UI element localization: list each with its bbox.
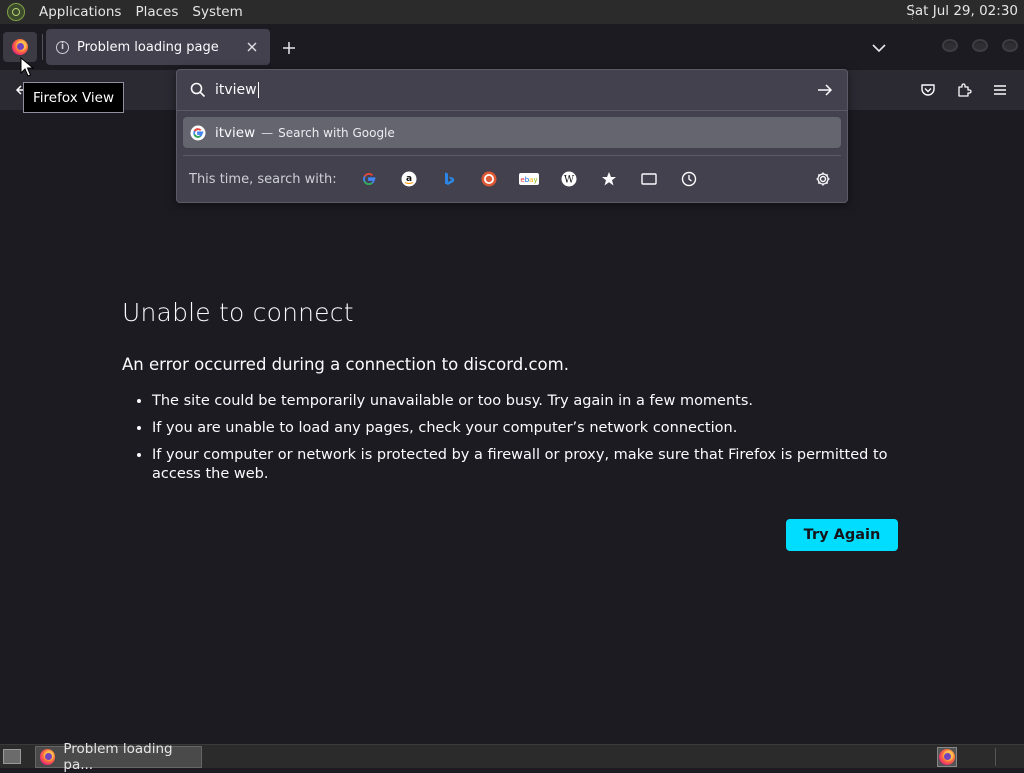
app-menu-button[interactable]: [988, 78, 1012, 102]
menu-places[interactable]: Places: [128, 4, 185, 20]
svg-text:W: W: [564, 175, 575, 186]
suggestion-action: Search with Google: [278, 125, 395, 140]
firefox-view-tooltip: Firefox View: [23, 82, 125, 113]
pocket-icon: [921, 84, 935, 96]
list-item: If your computer or network is protected…: [152, 446, 902, 484]
tab-divider: [42, 34, 43, 60]
url-divider: [177, 110, 847, 111]
history-icon: [681, 171, 697, 187]
engine-ebay-button[interactable]: ebay: [509, 163, 549, 195]
workspace-switcher[interactable]: [937, 747, 957, 767]
engine-wikipedia-button[interactable]: W: [549, 163, 589, 195]
chevron-down-icon: [872, 43, 886, 52]
search-suggestion-row[interactable]: itview — Search with Google: [183, 117, 841, 148]
firefox-logo-icon: [939, 749, 955, 765]
search-tabs-button[interactable]: [629, 163, 669, 195]
mouse-cursor-icon: [20, 57, 34, 77]
duckduckgo-icon: [481, 171, 497, 187]
suggestion-separator: —: [261, 125, 274, 140]
suggestion-query: itview: [215, 124, 256, 141]
bookmarks-icon: [602, 172, 616, 186]
system-bottom-panel: Problem loading pa...: [0, 741, 1024, 773]
plus-icon: [283, 42, 295, 54]
list-all-tabs-button[interactable]: [866, 36, 892, 60]
engine-bing-button[interactable]: [429, 163, 469, 195]
menu-system[interactable]: System: [185, 4, 249, 20]
list-item: The site could be temporarily unavailabl…: [152, 392, 902, 411]
search-history-button[interactable]: [669, 163, 709, 195]
menu-applications[interactable]: Applications: [32, 4, 128, 20]
hamburger-icon: [994, 85, 1006, 95]
tabs-icon: [641, 173, 657, 185]
search-icon: [190, 82, 206, 98]
url-input-row: itview: [177, 70, 847, 110]
tray-separator: [995, 748, 996, 766]
taskbar-item-firefox[interactable]: Problem loading pa...: [35, 741, 202, 773]
oneoff-label: This time, search with:: [189, 171, 337, 187]
new-tab-button[interactable]: [276, 36, 302, 60]
svg-text:ebay: ebay: [520, 176, 537, 184]
google-icon: [190, 125, 206, 140]
engine-google-button[interactable]: [349, 163, 389, 195]
firefox-logo-icon: [12, 39, 28, 55]
bing-icon: [445, 172, 454, 185]
distro-logo-icon[interactable]: [7, 3, 25, 21]
one-off-search-bar: This time, search with: a ebay W: [177, 160, 847, 198]
show-desktop-button[interactable]: [3, 749, 21, 764]
error-description: An error occurred during a connection to…: [122, 355, 569, 374]
text-caret: [257, 82, 259, 98]
system-top-panel: Applications Places System Sat Jul 29, 0…: [0, 0, 1024, 24]
search-settings-button[interactable]: [809, 165, 837, 193]
close-window-button[interactable]: [1002, 39, 1018, 52]
search-bookmarks-button[interactable]: [589, 163, 629, 195]
puzzle-icon: [958, 83, 972, 97]
info-icon: i: [56, 40, 69, 54]
list-item: If you are unable to load any pages, che…: [152, 419, 902, 438]
error-title: Unable to connect: [122, 298, 354, 327]
close-tab-icon[interactable]: [241, 36, 263, 58]
url-input[interactable]: itview: [215, 82, 813, 98]
pocket-button[interactable]: [916, 78, 940, 102]
amazon-icon: a: [401, 171, 417, 187]
engine-amazon-button[interactable]: a: [389, 163, 429, 195]
error-page: Unable to connect An error occurred duri…: [122, 290, 902, 492]
wikipedia-icon: W: [561, 171, 577, 187]
clock[interactable]: Sat Jul 29, 02:30: [906, 3, 1018, 19]
tab-bar: i Problem loading page: [0, 24, 1024, 70]
taskbar-item-label: Problem loading pa...: [63, 741, 173, 773]
extensions-button[interactable]: [952, 78, 976, 102]
error-suggestions-list: The site could be temporarily unavailabl…: [122, 392, 902, 484]
go-button[interactable]: [813, 78, 837, 102]
gear-icon: [816, 172, 830, 186]
url-input-text: itview: [215, 82, 257, 98]
ebay-icon: ebay: [519, 173, 539, 185]
url-bar-popup: itview itview — Search with Google This …: [176, 69, 848, 203]
firefox-logo-icon: [40, 749, 56, 765]
minimize-window-button[interactable]: [942, 39, 958, 52]
engine-duckduckgo-button[interactable]: [469, 163, 509, 195]
try-again-button[interactable]: Try Again: [786, 519, 898, 551]
svg-text:a: a: [406, 174, 412, 184]
tab-problem-loading-page[interactable]: i Problem loading page: [46, 29, 270, 65]
oneoff-divider: [183, 155, 841, 156]
maximize-window-button[interactable]: [972, 39, 988, 52]
google-icon: [363, 173, 376, 186]
arrow-right-icon: [818, 84, 833, 96]
tab-title: Problem loading page: [77, 39, 219, 55]
